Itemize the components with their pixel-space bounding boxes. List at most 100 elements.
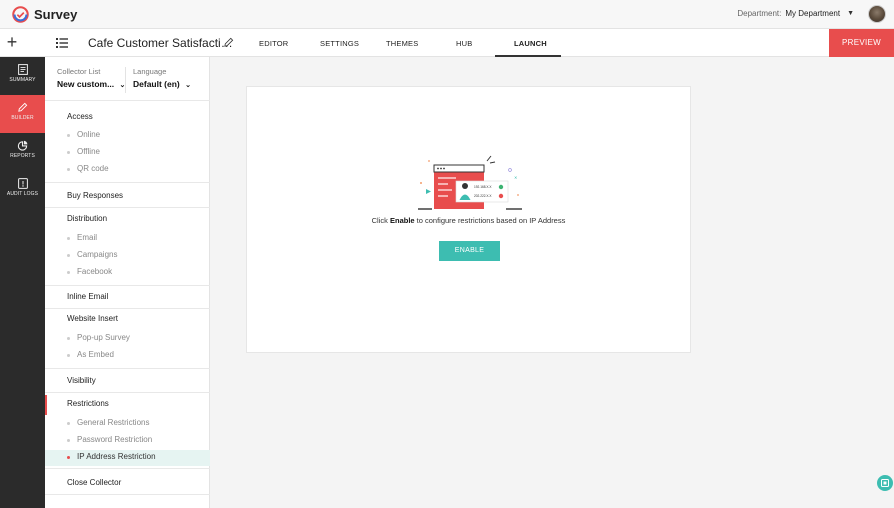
- message-suffix: to configure restrictions based on IP Ad…: [414, 216, 566, 225]
- caret-down-icon: ▼: [847, 10, 854, 17]
- ip-restriction-card: 192.168.X.X 202.222.X.X ✕ Click Enable t…: [246, 86, 691, 353]
- nav-item-popup-survey[interactable]: Pop-up Survey: [67, 331, 210, 347]
- rail-item-summary[interactable]: SUMMARY: [0, 57, 45, 95]
- tab-editor[interactable]: EDITOR: [259, 39, 288, 48]
- nav-item-ip-address-restriction[interactable]: IP Address Restriction: [45, 450, 210, 466]
- department-selector[interactable]: Department: My Department ▼: [737, 9, 854, 18]
- department-value: My Department: [785, 9, 841, 18]
- language-select[interactable]: Default (en) ⌄: [133, 79, 191, 89]
- nav-item-label: Campaigns: [77, 250, 118, 259]
- survey-title[interactable]: Cafe Customer Satisfacti…: [88, 36, 233, 50]
- nav-item-general-restrictions[interactable]: General Restrictions: [67, 416, 210, 432]
- panel-divider: [45, 100, 210, 101]
- app-logo[interactable]: Survey: [12, 6, 77, 23]
- rail-label-builder: BUILDER: [11, 115, 34, 121]
- collector-list-label: Collector List: [57, 67, 101, 76]
- nav-item-label: General Restrictions: [77, 418, 150, 427]
- pencil-icon: [18, 102, 28, 112]
- pie-chart-icon: [17, 140, 28, 151]
- audit-log-icon: [17, 178, 28, 189]
- selector-divider: [125, 67, 126, 93]
- section-buy-responses[interactable]: Buy Responses: [67, 191, 123, 200]
- rail-label-audit-logs: AUDIT LOGS: [6, 191, 39, 197]
- nav-item-label: Email: [77, 233, 98, 242]
- panel-divider: [45, 308, 210, 309]
- rail-item-audit-logs[interactable]: AUDIT LOGS: [0, 171, 45, 209]
- section-restrictions[interactable]: Restrictions: [67, 399, 109, 408]
- tab-hub[interactable]: HUB: [456, 39, 472, 48]
- section-access[interactable]: Access: [67, 112, 93, 121]
- enable-instruction-text: Click Enable to configure restrictions b…: [247, 216, 690, 225]
- section-website-insert[interactable]: Website Insert: [67, 314, 118, 323]
- nav-item-label: As Embed: [77, 350, 114, 359]
- nav-item-as-embed[interactable]: As Embed: [67, 348, 210, 364]
- tab-themes[interactable]: THEMES: [386, 39, 418, 48]
- active-tab-indicator: [495, 55, 561, 57]
- collector-list-value: New custom...: [57, 79, 115, 89]
- language-label: Language: [133, 67, 167, 76]
- bullet-dot: [67, 254, 70, 257]
- section-inline-email[interactable]: Inline Email: [67, 292, 108, 301]
- nav-item-label: QR code: [77, 164, 109, 173]
- chat-icon: [881, 479, 889, 487]
- panel-divider: [45, 368, 210, 369]
- message-bold: Enable: [389, 216, 415, 225]
- survey-logo-icon: [12, 6, 29, 23]
- bullet-dot: [67, 151, 70, 154]
- message-prefix: Click: [371, 216, 390, 225]
- panel-divider: [45, 285, 210, 286]
- tab-settings[interactable]: SETTINGS: [320, 39, 359, 48]
- summary-icon: [17, 64, 28, 75]
- ip-restriction-illustration: 192.168.X.X 202.222.X.X ✕: [418, 155, 522, 210]
- collector-list-select[interactable]: New custom... ⌄: [57, 79, 125, 89]
- app-name: Survey: [34, 7, 78, 22]
- nav-item-label: Offline: [77, 147, 100, 156]
- rail-label-reports: REPORTS: [10, 153, 35, 159]
- enable-button[interactable]: ENABLE: [439, 241, 500, 261]
- top-bar: Survey Department: My Department ▼: [0, 0, 894, 29]
- nav-item-password-restriction[interactable]: Password Restriction: [67, 433, 210, 449]
- panel-divider: [45, 182, 210, 183]
- nav-item-label: Online: [77, 130, 101, 139]
- survey-list-icon[interactable]: [56, 38, 68, 48]
- nav-item-facebook[interactable]: Facebook: [67, 265, 210, 281]
- tab-launch[interactable]: LAUNCH: [514, 39, 547, 48]
- bullet-dot: [67, 456, 70, 459]
- plus-icon: +: [6, 32, 18, 52]
- rail-label-summary: SUMMARY: [9, 77, 36, 83]
- help-chat-button[interactable]: [877, 475, 893, 491]
- nav-item-online[interactable]: Online: [67, 128, 210, 144]
- nav-item-label: Facebook: [77, 267, 113, 276]
- section-visibility[interactable]: Visibility: [67, 376, 96, 385]
- nav-item-offline[interactable]: Offline: [67, 145, 210, 161]
- nav-item-campaigns[interactable]: Campaigns: [67, 248, 210, 264]
- chevron-down-icon: ⌄: [185, 82, 191, 89]
- rail-item-reports[interactable]: REPORTS: [0, 133, 45, 171]
- department-label: Department:: [737, 9, 782, 18]
- panel-divider: [45, 207, 210, 208]
- survey-nav-bar: + Cafe Customer Satisfacti… EDITOR SETTI…: [0, 29, 894, 57]
- ip-allowed-text: 192.168.X.X: [474, 185, 492, 189]
- edit-title-pencil-icon[interactable]: [223, 37, 234, 48]
- ip-blocked-text: 202.222.X.X: [474, 194, 492, 198]
- bullet-dot: [67, 237, 70, 240]
- left-rail: SUMMARY BUILDER REPORTS AUDIT LOGS: [0, 57, 45, 508]
- panel-divider: [45, 392, 210, 393]
- bullet-dot: [67, 354, 70, 357]
- create-button[interactable]: +: [0, 29, 24, 57]
- section-close-collector[interactable]: Close Collector: [67, 478, 121, 487]
- panel-divider: [45, 494, 210, 495]
- user-avatar[interactable]: [868, 5, 886, 23]
- collector-panel: Collector List New custom... ⌄ Language …: [45, 57, 210, 508]
- section-distribution[interactable]: Distribution: [67, 214, 107, 223]
- nav-item-label: Pop-up Survey: [77, 333, 130, 342]
- bullet-dot: [67, 337, 70, 340]
- bullet-dot: [67, 271, 70, 274]
- nav-item-label: Password Restriction: [77, 435, 153, 444]
- bullet-dot: [67, 439, 70, 442]
- nav-item-email[interactable]: Email: [67, 231, 210, 247]
- nav-item-qr-code[interactable]: QR code: [67, 162, 210, 178]
- rail-item-builder[interactable]: BUILDER: [0, 95, 45, 133]
- preview-button[interactable]: PREVIEW: [829, 29, 894, 57]
- bullet-dot: [67, 134, 70, 137]
